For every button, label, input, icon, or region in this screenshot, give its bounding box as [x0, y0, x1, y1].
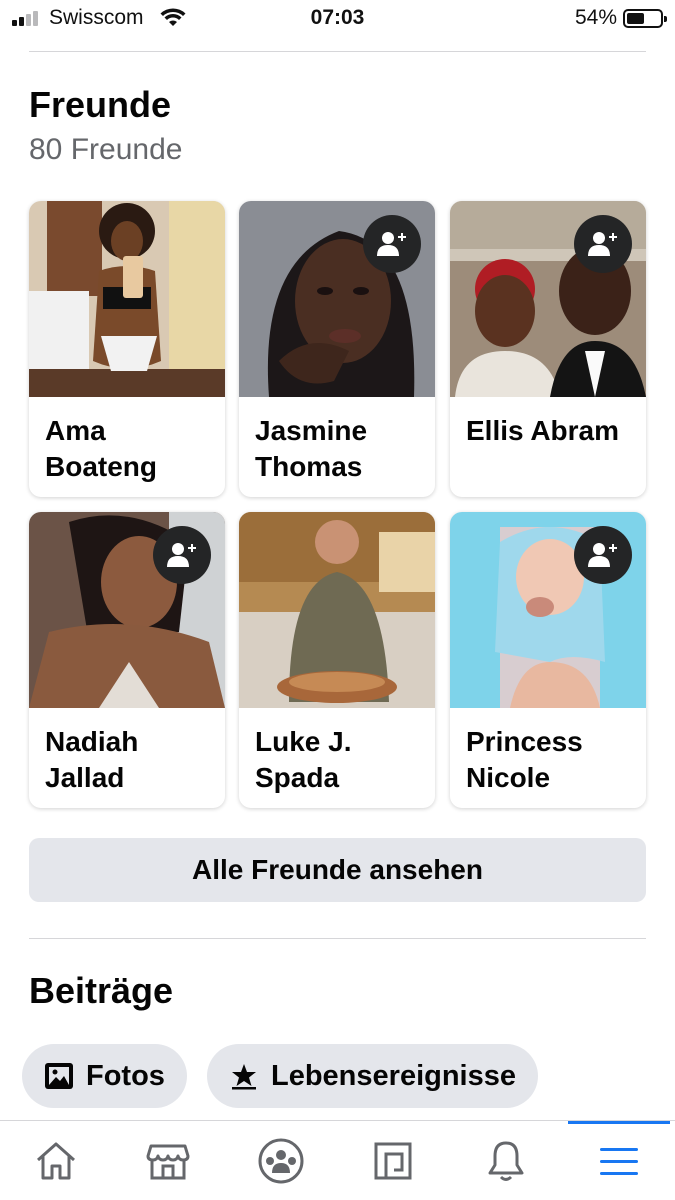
home-icon [37, 1142, 75, 1180]
posts-title: Beiträge [29, 970, 174, 1011]
photos-chip[interactable]: Fotos [22, 1044, 187, 1108]
add-friend-button[interactable] [574, 526, 632, 584]
life-events-chip-label: Lebensereignisse [271, 1059, 516, 1092]
add-friend-icon [588, 543, 617, 567]
add-friend-button[interactable] [153, 526, 211, 584]
bottom-tab-bar [0, 1120, 675, 1200]
tab-groups[interactable] [225, 1121, 337, 1200]
friend-name[interactable]: Ama Boateng [45, 413, 213, 485]
friend-card[interactable]: Jasmine Thomas [239, 201, 435, 497]
friend-name[interactable]: Nadiah Jallad [45, 724, 213, 796]
friend-card[interactable]: Ama Boateng [29, 201, 225, 497]
status-bar: Swisscom 07:03 54% [0, 0, 675, 38]
friend-card[interactable]: Ellis Abram [450, 201, 646, 497]
add-friend-icon [167, 543, 196, 567]
see-all-friends-button[interactable]: Alle Freunde ansehen [29, 838, 646, 902]
groups-icon [258, 1138, 304, 1184]
friend-card[interactable]: Princess Nicole [450, 512, 646, 808]
tab-pages[interactable] [337, 1121, 449, 1200]
friend-name[interactable]: Princess Nicole [466, 724, 634, 796]
battery-percent: 54% [574, 6, 617, 29]
tab-home[interactable] [0, 1121, 112, 1200]
notifications-icon [488, 1141, 524, 1181]
add-friend-icon [588, 232, 617, 256]
battery-icon [623, 9, 667, 28]
marketplace-icon [146, 1144, 190, 1180]
life-events-chip[interactable]: Lebensereignisse [207, 1044, 538, 1108]
friend-name[interactable]: Jasmine Thomas [255, 413, 423, 485]
add-friend-button[interactable] [363, 215, 421, 273]
friend-card[interactable]: Luke J. Spada [239, 512, 435, 808]
photos-chip-label: Fotos [86, 1059, 165, 1092]
add-friend-icon [377, 232, 406, 256]
status-time: 07:03 [310, 6, 365, 29]
friends-count[interactable]: 80 Freunde [29, 133, 182, 167]
tab-menu[interactable] [563, 1121, 675, 1200]
menu-icon [600, 1148, 638, 1175]
friend-name[interactable]: Luke J. Spada [255, 724, 423, 796]
top-divider [29, 51, 646, 52]
section-divider [29, 938, 646, 939]
add-friend-button[interactable] [574, 215, 632, 273]
star-icon [232, 1064, 256, 1090]
photos-icon [45, 1063, 73, 1089]
friend-photo[interactable] [29, 201, 225, 397]
tab-notifications[interactable] [450, 1121, 562, 1200]
pages-icon [374, 1142, 412, 1180]
friend-card[interactable]: Nadiah Jallad [29, 512, 225, 808]
tab-marketplace[interactable] [112, 1121, 224, 1200]
friends-title: Freunde [29, 84, 172, 125]
friend-name[interactable]: Ellis Abram [466, 413, 634, 449]
friend-photo[interactable] [239, 512, 435, 708]
